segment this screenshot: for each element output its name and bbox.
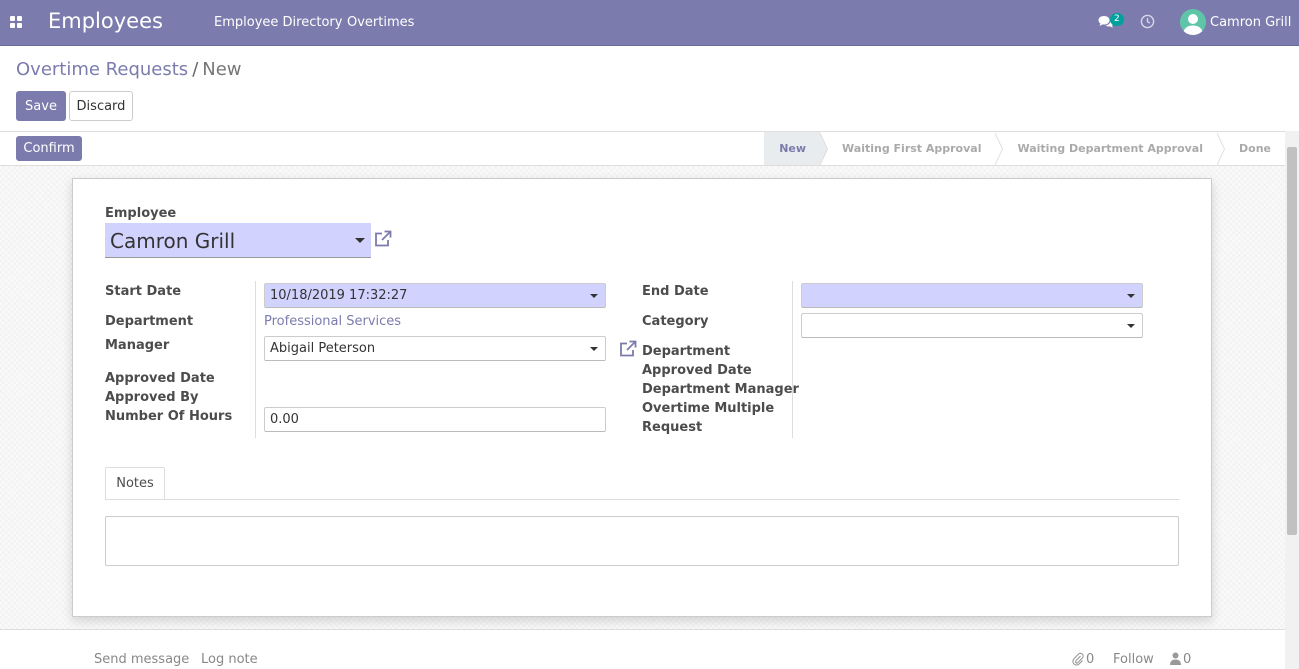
chatter-divider [0, 629, 1285, 630]
employee-label: Employee [105, 206, 177, 221]
stage-waiting-department-approval[interactable]: Waiting Department Approval [995, 132, 1225, 166]
start-date-label: Start Date [105, 284, 182, 299]
attachments-count[interactable]: 0 [1086, 652, 1094, 667]
apps-menu-icon[interactable] [10, 16, 23, 29]
confirm-button[interactable]: Confirm [16, 136, 82, 161]
employee-select[interactable]: Camron Grill [105, 223, 371, 258]
menu-overtimes[interactable]: Overtimes [347, 15, 414, 30]
chevron-down-icon[interactable] [1127, 324, 1135, 328]
stage-pipeline: New Waiting First Approval Waiting Depar… [764, 132, 1285, 166]
menu-employee-directory[interactable]: Employee Directory [214, 15, 342, 30]
breadcrumb-current: New [202, 59, 242, 80]
column-divider-right [792, 281, 793, 438]
chevron-down-icon[interactable] [1127, 294, 1135, 298]
follow-button[interactable]: Follow [1113, 652, 1154, 667]
department-approved-date-label-line2: Approved Date [642, 363, 752, 378]
department-label: Department [105, 314, 194, 329]
department-manager-label: Department Manager [642, 382, 799, 397]
breadcrumb-overtime-requests[interactable]: Overtime Requests [16, 59, 188, 80]
save-button[interactable]: Save [16, 91, 66, 121]
start-date-value: 10/18/2019 17:32:27 [270, 288, 408, 303]
followers-count[interactable]: 0 [1183, 652, 1191, 667]
end-date-label: End Date [642, 284, 709, 299]
send-message-button[interactable]: Send message [94, 652, 189, 667]
user-avatar[interactable] [1180, 9, 1206, 35]
messages-count-badge: 2 [1110, 13, 1124, 26]
category-select[interactable] [801, 313, 1143, 338]
employee-value: Camron Grill [110, 229, 236, 253]
stage-done[interactable]: Done [1217, 132, 1285, 165]
scrollbar-thumb[interactable] [1287, 147, 1297, 535]
chevron-down-icon[interactable] [590, 347, 598, 351]
start-date-input[interactable]: 10/18/2019 17:32:27 [264, 283, 606, 308]
external-link-icon[interactable] [618, 339, 638, 359]
top-navbar: Employees Employee Directory Overtimes 2… [0, 0, 1299, 46]
tab-notes[interactable]: Notes [105, 467, 165, 500]
approved-by-label: Approved By [105, 390, 199, 405]
scrollbar[interactable] [1285, 131, 1299, 669]
overtime-multiple-request-label-line1: Overtime Multiple [642, 401, 775, 416]
form-sheet: Employee Camron Grill Start Date Departm… [72, 178, 1212, 617]
stage-new[interactable]: New [764, 132, 828, 166]
notes-textarea[interactable] [105, 516, 1179, 566]
manager-value: Abigail Peterson [270, 341, 376, 356]
breadcrumb-separator: / [192, 59, 199, 80]
approved-date-label: Approved Date [105, 371, 215, 386]
followers-person-icon[interactable] [1170, 652, 1181, 665]
paperclip-icon[interactable] [1072, 652, 1084, 666]
department-approved-date-label-line1: Department [642, 344, 731, 359]
department-link[interactable]: Professional Services [264, 314, 401, 329]
chevron-down-icon[interactable] [355, 238, 365, 243]
external-link-icon[interactable] [373, 229, 393, 249]
overtime-multiple-request-label-line2: Request [642, 420, 703, 435]
number-of-hours-value: 0.00 [270, 412, 299, 427]
form-statusbar: Confirm New Waiting First Approval Waiti… [0, 131, 1285, 166]
stage-waiting-first-approval[interactable]: Waiting First Approval [820, 132, 1004, 166]
number-of-hours-label: Number Of Hours [105, 409, 233, 424]
column-divider-left [255, 281, 256, 438]
chevron-down-icon[interactable] [590, 294, 598, 298]
activity-clock-icon[interactable] [1140, 14, 1155, 29]
number-of-hours-input[interactable]: 0.00 [264, 407, 606, 432]
app-title[interactable]: Employees [48, 9, 163, 33]
tab-divider [105, 499, 1179, 500]
end-date-input[interactable] [801, 283, 1143, 308]
discard-button[interactable]: Discard [69, 91, 133, 121]
breadcrumb: Overtime Requests / New [16, 59, 242, 80]
category-label: Category [642, 314, 709, 329]
manager-select[interactable]: Abigail Peterson [264, 336, 606, 361]
log-note-button[interactable]: Log note [201, 652, 258, 667]
user-name[interactable]: Camron Grill [1210, 15, 1291, 30]
manager-label: Manager [105, 338, 170, 353]
